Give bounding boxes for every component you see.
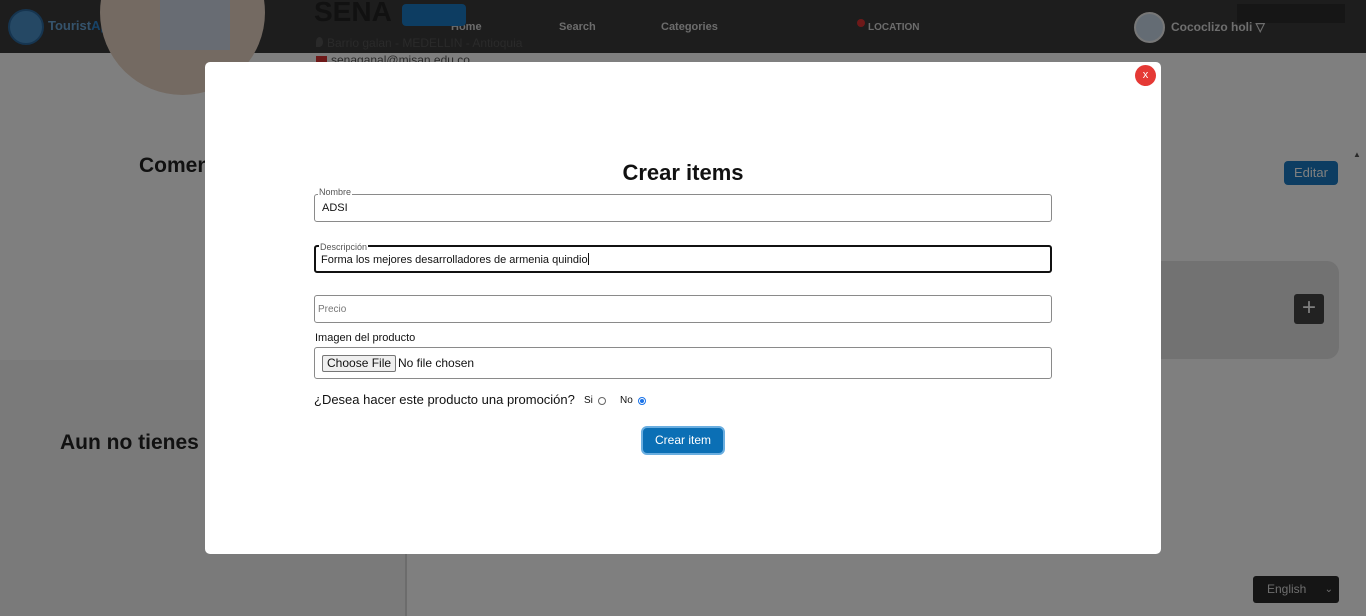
- create-item-modal: x Crear items Nombre ADSI Descripción Fo…: [205, 62, 1161, 554]
- price-field-placeholder: Precio: [318, 304, 347, 315]
- description-field-legend: Descripción: [319, 242, 369, 252]
- description-field[interactable]: Descripción Forma los mejores desarrolla…: [314, 242, 1052, 273]
- name-field[interactable]: Nombre ADSI: [314, 187, 1052, 222]
- image-file-input[interactable]: Choose File No file chosen: [314, 347, 1052, 379]
- create-item-button[interactable]: Crear item: [641, 426, 725, 455]
- price-field[interactable]: Precio: [314, 295, 1052, 323]
- promo-yes-label[interactable]: Si: [584, 395, 593, 406]
- promo-no-label[interactable]: No: [620, 395, 633, 406]
- promo-question: ¿Desea hacer este producto una promoción…: [314, 392, 575, 407]
- name-field-value: ADSI: [322, 202, 348, 214]
- choose-file-button[interactable]: Choose File: [322, 355, 397, 372]
- image-label: Imagen del producto: [315, 332, 416, 344]
- promo-no-radio[interactable]: [638, 397, 646, 405]
- name-field-legend: Nombre: [318, 187, 353, 197]
- no-file-text: No file chosen: [398, 356, 475, 370]
- promo-yes-radio[interactable]: [598, 397, 606, 405]
- text-caret: [587, 253, 589, 265]
- description-field-text: Forma los mejores desarrolladores de arm…: [321, 254, 588, 266]
- modal-title: Crear items: [622, 160, 744, 185]
- close-button[interactable]: x: [1135, 65, 1156, 86]
- description-field-value: Forma los mejores desarrolladores de arm…: [321, 253, 589, 266]
